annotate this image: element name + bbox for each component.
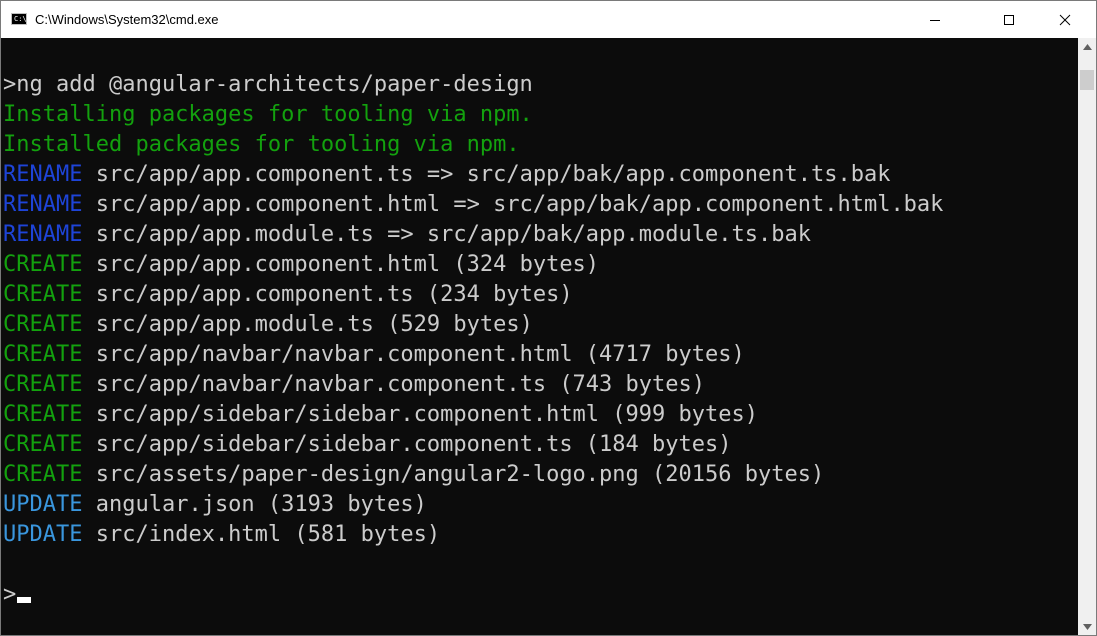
operation-action: CREATE	[3, 402, 83, 427]
operation-action: CREATE	[3, 312, 83, 337]
message-line: Installing packages for tooling via npm.	[3, 102, 533, 127]
operation-line: UPDATE angular.json (3193 bytes)	[3, 490, 427, 520]
minimize-icon	[930, 19, 940, 21]
vertical-scrollbar[interactable]	[1078, 38, 1096, 635]
scroll-thumb[interactable]	[1080, 70, 1094, 90]
prompt-symbol: >	[3, 582, 17, 607]
operation-detail: src/app/navbar/navbar.component.ts (743 …	[95, 372, 706, 397]
scroll-up-button[interactable]	[1078, 38, 1096, 55]
operation-detail: src/app/app.component.html => src/app/ba…	[95, 192, 944, 217]
operation-line: CREATE src/app/sidebar/sidebar.component…	[3, 400, 758, 430]
operation-action: CREATE	[3, 342, 83, 367]
operation-detail: src/app/app.component.html (324 bytes)	[95, 252, 600, 277]
operation-detail: src/app/app.component.ts (234 bytes)	[95, 282, 573, 307]
cmd-icon-label: C:\	[14, 15, 27, 23]
close-icon	[1059, 14, 1071, 25]
operation-detail: src/assets/paper-design/angular2-logo.pn…	[95, 462, 825, 487]
operation-action: UPDATE	[3, 522, 83, 547]
operation-line: RENAME src/app/app.module.ts => src/app/…	[3, 220, 811, 250]
operation-action: CREATE	[3, 282, 83, 307]
operation-action: RENAME	[3, 222, 83, 247]
operation-action: RENAME	[3, 192, 83, 217]
operation-line: CREATE src/app/app.module.ts (529 bytes)	[3, 310, 533, 340]
scroll-up-arrow-icon	[1082, 43, 1092, 50]
operation-line: UPDATE src/index.html (581 bytes)	[3, 520, 440, 550]
operation-detail: src/app/sidebar/sidebar.component.html (…	[95, 402, 758, 427]
prompt-line[interactable]: >	[3, 580, 32, 610]
operation-action: UPDATE	[3, 492, 83, 517]
operation-line: CREATE src/app/app.component.html (324 b…	[3, 250, 599, 280]
operation-detail: src/app/navbar/navbar.component.html (47…	[95, 342, 745, 367]
cmd-icon[interactable]: C:\	[11, 13, 27, 25]
command-line: >ng add @angular-architects/paper-design	[3, 72, 533, 97]
operation-action: CREATE	[3, 462, 83, 487]
operation-detail: angular.json (3193 bytes)	[95, 492, 427, 517]
operation-line: RENAME src/app/app.component.html => src…	[3, 190, 943, 220]
operation-action: CREATE	[3, 372, 83, 397]
operation-detail: src/app/app.module.ts (529 bytes)	[95, 312, 533, 337]
operation-detail: src/index.html (581 bytes)	[95, 522, 441, 547]
operation-action: CREATE	[3, 432, 83, 457]
operation-detail: src/app/app.module.ts => src/app/bak/app…	[95, 222, 811, 247]
maximize-icon	[1004, 14, 1014, 25]
message-line: Installed packages for tooling via npm.	[3, 132, 520, 157]
text-cursor	[17, 597, 32, 603]
operation-line: CREATE src/app/navbar/navbar.component.h…	[3, 340, 745, 370]
operation-detail: src/app/sidebar/sidebar.component.ts (18…	[95, 432, 732, 457]
operation-line: CREATE src/app/sidebar/sidebar.component…	[3, 430, 732, 460]
operation-line: CREATE src/assets/paper-design/angular2-…	[3, 460, 824, 490]
operation-line: CREATE src/app/navbar/navbar.component.t…	[3, 370, 705, 400]
operation-line: CREATE src/app/app.component.ts (234 byt…	[3, 280, 573, 310]
operation-action: RENAME	[3, 162, 83, 187]
console-output[interactable]: >ng add @angular-architects/paper-design…	[1, 38, 1078, 635]
close-button[interactable]	[1042, 1, 1088, 38]
operation-action: CREATE	[3, 252, 83, 277]
scroll-down-arrow-icon	[1082, 623, 1092, 630]
operation-line: RENAME src/app/app.component.ts => src/a…	[3, 160, 890, 190]
cmd-window: C:\ C:\Windows\System32\cmd.exe >ng add …	[0, 0, 1097, 636]
minimize-button[interactable]	[912, 1, 958, 38]
title-bar[interactable]: C:\ C:\Windows\System32\cmd.exe	[1, 1, 1096, 38]
scroll-down-button[interactable]	[1078, 618, 1096, 635]
window-title: C:\Windows\System32\cmd.exe	[35, 12, 219, 27]
maximize-button[interactable]	[986, 1, 1032, 38]
operation-detail: src/app/app.component.ts => src/app/bak/…	[95, 162, 891, 187]
